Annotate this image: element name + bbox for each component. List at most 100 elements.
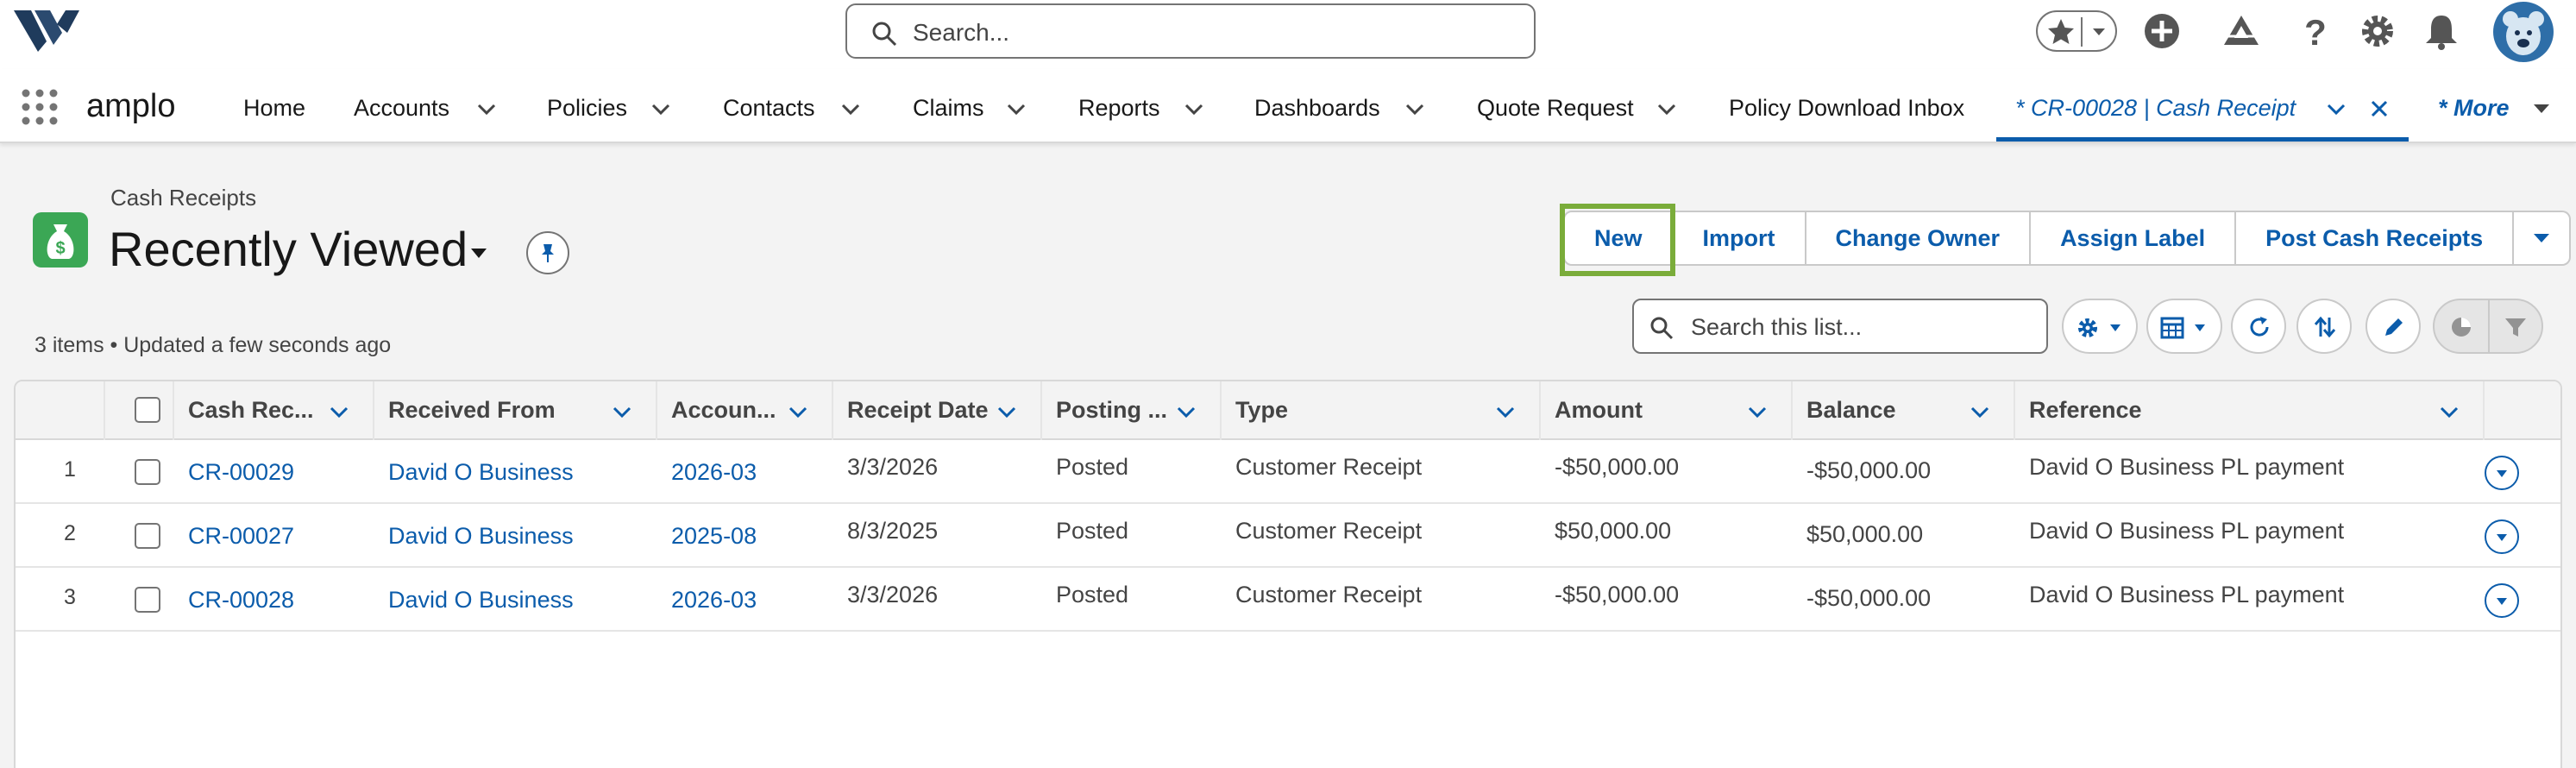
chevron-down-icon[interactable] (1746, 400, 1769, 423)
global-search-input[interactable]: Search... (845, 3, 1536, 59)
filter-icon[interactable] (2504, 315, 2528, 339)
help-icon[interactable]: ? (2295, 10, 2336, 52)
active-tab-label: * CR-00028 | Cash Receipt (2015, 95, 2296, 121)
chevron-down-icon[interactable] (1175, 400, 1197, 423)
settings-gear-icon (2078, 318, 2097, 337)
chevron-down-icon[interactable] (787, 400, 809, 423)
nav-item-accounts[interactable]: Accounts (354, 95, 449, 122)
reference: David O Business PL payment (2029, 454, 2345, 480)
chevron-down-icon[interactable] (1182, 97, 1206, 121)
chevron-down-icon[interactable] (839, 97, 863, 121)
tab-active-cash-receipt[interactable]: * CR-00028 | Cash Receipt (1996, 69, 2409, 142)
cash-receipt-link[interactable]: CR-00028 (188, 587, 294, 614)
chevron-down-icon[interactable] (1655, 97, 1679, 121)
nav-item-policies[interactable]: Policies (547, 95, 627, 122)
chevron-down-icon[interactable] (474, 97, 499, 121)
select-all-checkbox[interactable] (135, 397, 160, 423)
nav-more[interactable]: * More (2438, 95, 2510, 122)
accounting-period-link[interactable]: 2025-08 (671, 523, 757, 550)
accounting-period-link[interactable]: 2026-03 (671, 459, 757, 486)
app-launcher-icon[interactable] (21, 88, 59, 126)
chevron-down-icon[interactable] (328, 400, 350, 423)
amount: $50,000.00 (1555, 518, 1672, 544)
global-add-icon[interactable] (2141, 10, 2183, 52)
cash-receipt-link[interactable]: CR-00029 (188, 459, 294, 486)
nav-item-policy-download-inbox[interactable]: Policy Download Inbox (1729, 95, 1964, 122)
nav-item-dashboards[interactable]: Dashboards (1254, 95, 1380, 122)
avatar[interactable] (2493, 2, 2554, 62)
column-label: Reference (2029, 397, 2142, 423)
list-settings-button[interactable] (2062, 299, 2138, 354)
column-header-type[interactable]: Type (1222, 381, 1541, 440)
assign-label-button[interactable]: Assign Label (2031, 211, 2237, 266)
chart-icon[interactable] (2449, 315, 2473, 339)
received-from-link[interactable]: David O Business (388, 523, 574, 550)
column-header-accounting-period[interactable]: Accoun... (657, 381, 833, 440)
chevron-down-icon (2497, 534, 2507, 541)
trailhead-icon[interactable] (2221, 10, 2262, 52)
column-label: Accoun... (671, 397, 776, 423)
reference: David O Business PL payment (2029, 582, 2345, 607)
list-search-input[interactable]: Search this list... (1632, 299, 2048, 354)
chevron-down-icon[interactable] (1969, 400, 1991, 423)
change-owner-button[interactable]: Change Owner (1806, 211, 2032, 266)
setup-gear-icon[interactable] (2357, 10, 2398, 52)
sort-button[interactable] (2296, 299, 2352, 354)
avatar-bear-icon (2503, 11, 2544, 55)
chevron-down-icon[interactable] (996, 400, 1018, 423)
received-from-link[interactable]: David O Business (388, 587, 574, 614)
chevron-down-icon[interactable] (2088, 21, 2110, 43)
row-number: 1 (64, 457, 76, 482)
chevron-down-icon (2195, 324, 2205, 331)
nav-item-claims[interactable]: Claims (913, 95, 984, 122)
chevron-down-icon[interactable] (1004, 97, 1028, 121)
accounting-period-link[interactable]: 2026-03 (671, 587, 757, 614)
chevron-down-icon[interactable] (2438, 400, 2460, 423)
refresh-icon (2250, 317, 2269, 337)
row-actions-button[interactable] (2485, 583, 2519, 618)
column-header-reference[interactable]: Reference (2015, 381, 2485, 440)
column-label: Posting ... (1056, 397, 1168, 423)
import-button[interactable]: Import (1673, 211, 1806, 266)
row-checkbox[interactable] (135, 587, 160, 613)
nav-item-quote-request[interactable]: Quote Request (1477, 95, 1634, 122)
column-header-posting-status[interactable]: Posting ... (1042, 381, 1222, 440)
edit-list-button[interactable] (2366, 299, 2421, 354)
chevron-down-icon[interactable] (1403, 97, 1427, 121)
cash-receipts-table: Cash Rec... Received From Accoun... Rece… (14, 380, 2562, 768)
column-header-cash-receipt[interactable]: Cash Rec... (174, 381, 374, 440)
display-as-button[interactable] (2146, 299, 2222, 354)
pin-list-button[interactable] (526, 231, 569, 274)
balance: -$50,000.00 (1806, 585, 1932, 611)
more-actions-button[interactable] (2514, 211, 2572, 266)
column-header-balance[interactable]: Balance (1793, 381, 2015, 440)
chevron-down-icon[interactable] (649, 97, 673, 121)
favorites-star-icon[interactable] (2045, 16, 2077, 48)
row-checkbox[interactable] (135, 459, 160, 485)
global-header: Search... ? (0, 0, 2576, 69)
chevron-down-icon[interactable] (611, 400, 633, 423)
column-header-received-from[interactable]: Received From (374, 381, 657, 440)
notifications-bell-icon[interactable] (2421, 10, 2462, 52)
chevron-down-icon[interactable] (2324, 97, 2348, 121)
chevron-down-icon[interactable] (466, 240, 492, 266)
cash-receipt-link[interactable]: CR-00027 (188, 523, 294, 550)
nav-item-contacts[interactable]: Contacts (723, 95, 815, 122)
column-header-amount[interactable]: Amount (1541, 381, 1793, 440)
post-cash-receipts-button[interactable]: Post Cash Receipts (2236, 211, 2515, 266)
received-from-link[interactable]: David O Business (388, 459, 574, 486)
chevron-down-icon[interactable] (2529, 97, 2554, 121)
refresh-button[interactable] (2231, 299, 2286, 354)
row-actions-button[interactable] (2485, 519, 2519, 554)
app-name: amplo (86, 88, 176, 124)
column-header-receipt-date[interactable]: Receipt Date (833, 381, 1042, 440)
nav-item-reports[interactable]: Reports (1078, 95, 1160, 122)
table-row: 1 CR-00029 David O Business 2026-03 3/3/… (16, 440, 2560, 504)
list-view-title[interactable]: Recently Viewed (109, 221, 468, 277)
row-checkbox[interactable] (135, 523, 160, 549)
app-logo-icon[interactable] (12, 7, 81, 55)
row-actions-button[interactable] (2485, 456, 2519, 490)
nav-item-home[interactable]: Home (243, 95, 305, 122)
chevron-down-icon[interactable] (1494, 400, 1517, 423)
close-icon[interactable] (2367, 97, 2391, 121)
